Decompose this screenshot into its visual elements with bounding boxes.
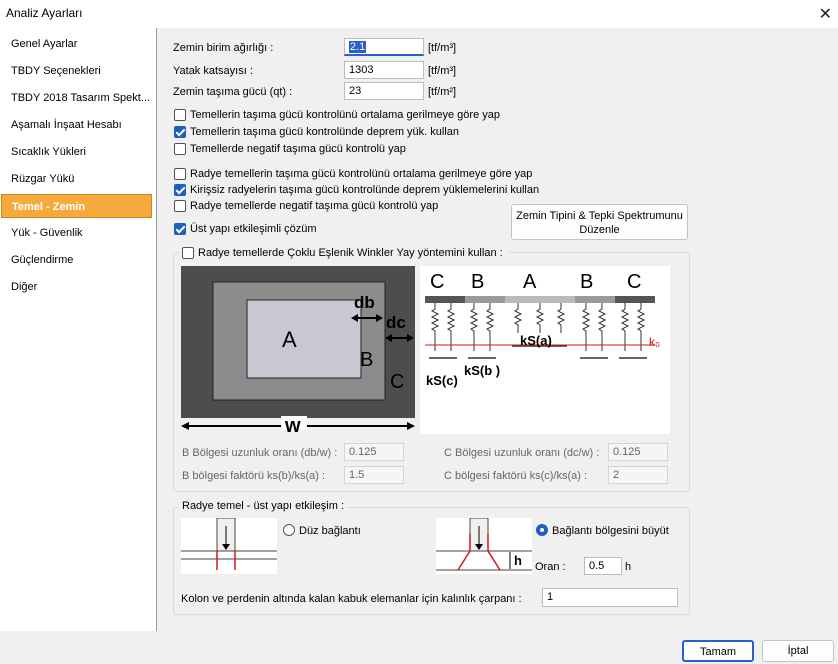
c-ratio-label: C Bölgesi uzunluk oranı (dc/w) :: [444, 447, 600, 459]
c-ratio-input[interactable]: 0.125: [608, 443, 668, 461]
sidebar-item-genel-ayarlar[interactable]: Genel Ayarlar: [1, 32, 152, 56]
b-factor-input[interactable]: 1.5: [344, 466, 404, 484]
checkbox-average-stress-label[interactable]: Temellerin taşıma gücü kontrolünü ortala…: [190, 109, 500, 121]
checkbox-raft-negative-capacity[interactable]: [174, 200, 186, 212]
checkbox-superstructure-interaction-label[interactable]: Üst yapı etkileşimli çözüm: [190, 223, 317, 235]
section-b-left: B: [471, 271, 484, 293]
radio-enlarge-connection-label[interactable]: Bağlantı bölgesini büyüt: [552, 525, 669, 537]
checkbox-raft-average-stress[interactable]: [174, 168, 186, 180]
sidebar-item-tbdy-2018-spektrum[interactable]: TBDY 2018 Tasarım Spekt...: [1, 86, 152, 110]
bed-coefficient-label: Yatak katsayısı :: [173, 65, 253, 77]
c-factor-label: C bölgesi faktörü ks(c)/ks(a) :: [444, 470, 588, 482]
k0-label: k₀: [649, 335, 660, 349]
zone-c-label: C: [390, 371, 404, 393]
bed-coefficient-unit: [tf/m³]: [428, 65, 457, 77]
ks-a-label: kS(a): [520, 333, 552, 348]
ks-c-label: kS(c): [426, 373, 458, 388]
settings-panel: Zemin birim ağırlığı : 2.1 [tf/m³] Yatak…: [157, 28, 838, 631]
zone-a-label: A: [282, 327, 297, 352]
sidebar-item-temel-zemin[interactable]: Temel - Zemin: [1, 194, 152, 218]
section-a: A: [523, 271, 537, 293]
sidebar-item-sicaklik[interactable]: Sıcaklık Yükleri: [1, 140, 152, 164]
sidebar-item-yuk-guvenlik[interactable]: Yük - Güvenlik: [1, 221, 152, 245]
plain-connection-diagram: [181, 518, 277, 574]
h-label: h: [514, 553, 522, 568]
radio-plain-connection[interactable]: [283, 524, 295, 536]
ok-button[interactable]: Tamam: [682, 640, 754, 662]
sidebar-item-tbdy-secenekleri[interactable]: TBDY Seçenekleri: [1, 59, 152, 83]
radio-plain-connection-label[interactable]: Düz bağlantı: [299, 525, 361, 537]
checkbox-negative-capacity[interactable]: [174, 143, 186, 155]
checkbox-average-stress[interactable]: [174, 109, 186, 121]
b-ratio-input[interactable]: 0.125: [344, 443, 404, 461]
bearing-capacity-label: Zemin taşıma gücü (qt) :: [173, 86, 293, 98]
dc-label: dc: [386, 313, 406, 332]
bed-coefficient-input[interactable]: 1303: [344, 61, 424, 79]
unit-weight-input[interactable]: 2.1: [344, 38, 424, 56]
sidebar-item-diger[interactable]: Diğer: [1, 275, 152, 299]
checkbox-negative-capacity-label[interactable]: Temellerde negatif taşıma gücü kontrolü …: [190, 143, 406, 155]
checkbox-seismic-load-label[interactable]: Temellerin taşıma gücü kontrolünde depre…: [190, 126, 459, 138]
checkbox-raft-negative-capacity-label[interactable]: Radye temellerde negatif taşıma gücü kon…: [190, 200, 438, 212]
bearing-capacity-input[interactable]: 23: [344, 82, 424, 100]
thickness-factor-label: Kolon ve perdenin altında kalan kabuk el…: [181, 593, 522, 605]
sidebar-item-asamali-insaat[interactable]: Aşamalı İnşaat Hesabı: [1, 113, 152, 137]
edit-soil-spectrum-line2: Düzenle: [579, 224, 620, 236]
b-factor-label: B bölgesi faktörü ks(b)/ks(a) :: [182, 470, 326, 482]
checkbox-beamless-raft-seismic[interactable]: [174, 184, 186, 196]
sidebar: Genel Ayarlar TBDY Seçenekleri TBDY 2018…: [0, 28, 157, 631]
unit-weight-label: Zemin birim ağırlığı :: [173, 42, 274, 54]
thickness-factor-input[interactable]: 1: [542, 588, 678, 607]
checkbox-superstructure-interaction[interactable]: [174, 223, 186, 235]
ratio-label: Oran :: [535, 561, 566, 573]
enlarged-connection-diagram: h: [436, 518, 532, 574]
zone-b-label: B: [360, 349, 373, 371]
spring-section-diagram: C B A B C kS(a) kS(b) kS(c) k₀: [420, 266, 670, 434]
ratio-input[interactable]: 0.5: [584, 557, 622, 575]
section-b-right: B: [580, 271, 593, 293]
edit-soil-spectrum-line1: Zemin Tipini & Tepki Spektrumunu: [516, 210, 683, 222]
sidebar-item-ruzgar[interactable]: Rüzgar Yükü: [1, 167, 152, 191]
window-title: Analiz Ayarları: [6, 6, 83, 20]
cancel-button[interactable]: İptal: [762, 640, 834, 662]
edit-soil-spectrum-button[interactable]: Zemin Tipini & Tepki Spektrumunu Düzenle: [511, 204, 688, 240]
unit-weight-value: 2.1: [349, 41, 367, 53]
bearing-capacity-unit: [tf/m²]: [428, 86, 457, 98]
checkbox-beamless-raft-seismic-label[interactable]: Kirişsiz radyelerin taşıma gücü kontrolü…: [190, 184, 539, 196]
ks-b-label: kS(b ): [464, 363, 500, 378]
db-label: db: [354, 293, 375, 312]
c-factor-input[interactable]: 2: [608, 466, 668, 484]
close-icon[interactable]: ✕: [819, 4, 832, 24]
sidebar-item-guclendirme[interactable]: Güçlendirme: [1, 248, 152, 272]
b-ratio-label: B Bölgesi uzunluk oranı (db/w) :: [182, 447, 338, 459]
unit-weight-unit: [tf/m³]: [428, 42, 457, 54]
checkbox-winkler[interactable]: [182, 247, 194, 259]
checkbox-winkler-label[interactable]: Radye temellerde Çoklu Eşlenik Winkler Y…: [198, 247, 503, 259]
interaction-group-label: Radye temel - üst yapı etkileşim :: [179, 500, 348, 512]
title-bar: Analiz Ayarları ✕: [0, 0, 838, 28]
section-c-right: C: [627, 271, 641, 293]
ratio-unit: h: [625, 561, 632, 573]
checkbox-raft-average-stress-label[interactable]: Radye temellerin taşıma gücü kontrolünü …: [190, 168, 532, 180]
zone-plan-diagram: A B C db dc w: [181, 266, 415, 434]
radio-enlarge-connection[interactable]: [536, 524, 548, 536]
checkbox-seismic-load[interactable]: [174, 126, 186, 138]
section-c-left: C: [430, 271, 444, 293]
w-label: w: [284, 415, 301, 434]
